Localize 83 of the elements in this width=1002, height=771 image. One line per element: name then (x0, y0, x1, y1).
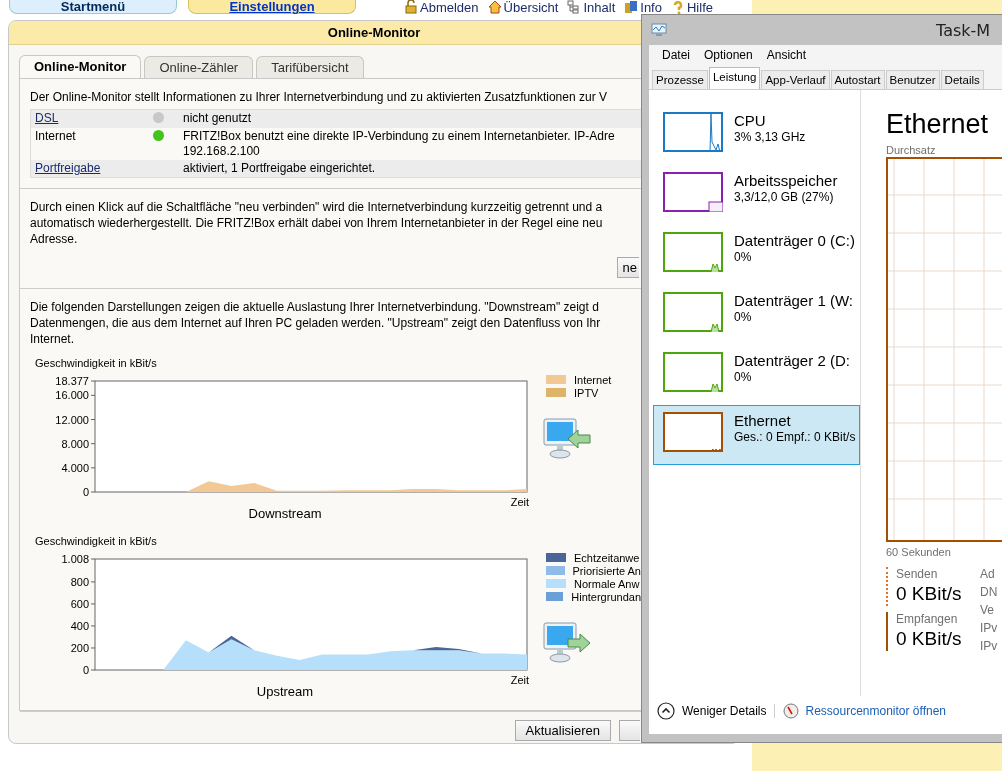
tab[interactable]: Tarifübersicht (256, 56, 364, 78)
legend-label: Hintergrundan (571, 590, 641, 603)
resource-item[interactable]: Datenträger 1 (W: 0% (653, 285, 860, 345)
usage-sparkline (663, 292, 723, 332)
axis-tick-label: 12.000 (55, 413, 89, 426)
detail-heading: Ethernet (886, 108, 990, 140)
reconnect-button[interactable]: ne (616, 257, 639, 278)
usage-sparkline (663, 112, 723, 152)
axis-tick-label: 8.000 (61, 437, 89, 450)
chart-title: Upstream (256, 684, 314, 699)
charts-description: Die folgenden Darstellungen zeigen die aktuelle Auslastung Ihrer Internetverbindung. "Downstream" zeigt d Datenmengen, die aus dem Internet auf Ihren PC geladen werden. "Upstream" zeigt den Datenfluss von Ihr Internet. (30, 299, 601, 347)
menu-tab[interactable]: Einstellungen (188, 0, 356, 14)
property-label: IPv (980, 621, 998, 635)
time-label: 60 Sekunden (886, 545, 952, 559)
axis-tick-label: 400 (70, 619, 89, 632)
nav-link[interactable]: Hilfe (670, 0, 713, 14)
throughput-stat: Empfangen 0 KBit/s (886, 612, 980, 651)
legend-label: Echtzeitanwe (574, 551, 640, 564)
nav-link[interactable]: Inhalt (567, 0, 616, 14)
refresh-button[interactable]: Aktualisieren (514, 720, 611, 741)
status-text: nicht genutzt (183, 111, 252, 126)
axis-title: Geschwindigkeit in kBit/s (35, 357, 157, 369)
tab[interactable]: Prozesse (652, 70, 708, 89)
tab[interactable]: Details (940, 70, 984, 89)
tab[interactable]: Leistung (708, 67, 761, 89)
axis-title: Zeit (510, 674, 529, 686)
legend-label: Priorisierte An (572, 564, 641, 577)
intro-text: Der Online-Monitor stellt Informationen zu Ihrer Internetverbindung und zu aktivierten Zusatzfunktionen zur V (30, 89, 607, 105)
menu-item[interactable]: Datei (655, 48, 697, 62)
legend-label: Internet (574, 373, 612, 386)
tab[interactable]: Online-Monitor (19, 55, 142, 78)
property-label: Ve (980, 603, 995, 617)
usage-sparkline (663, 352, 723, 392)
resource-monitor-link[interactable]: Ressourcenmonitor öffnen (783, 703, 946, 719)
legend-label: Normale Anw (574, 577, 640, 590)
tab[interactable]: Benutzer (885, 70, 940, 89)
chart-title: Downstream (248, 506, 322, 521)
usage-sparkline (663, 232, 723, 272)
usage-sparkline (663, 172, 723, 212)
nav-link[interactable]: Abmelden (404, 0, 479, 14)
gauge-icon (783, 703, 800, 719)
axis-tick-label: 800 (70, 575, 89, 588)
axis-tick-label: 1.008 (61, 553, 89, 565)
axis-title: Geschwindigkeit in kBit/s (35, 535, 157, 547)
tab[interactable]: Autostart (830, 70, 885, 89)
reconnect-text: Durch einen Klick auf die Schaltfläche "neu verbinden" wird die Internetverbindung kurzzeitig getrennt und a automatisch wiederhergestellt. Die FRITZ!Box erhält dabei von Ihrem Internetanbieter in der Regel eine neu Adresse. (30, 199, 603, 247)
tab[interactable]: App-Verlauf (761, 70, 830, 89)
resource-item[interactable]: Arbeitsspeicher 3,3/12,0 GB (27%) (653, 165, 860, 225)
lock-icon (404, 0, 418, 14)
window-title: Task-M (936, 20, 991, 40)
property-label: Ad (980, 567, 996, 581)
resource-item[interactable]: Datenträger 2 (D: 0% (653, 345, 860, 405)
axis-tick-label: 0 (82, 486, 89, 498)
menu-tab[interactable]: Startmenü (9, 0, 177, 14)
axis-title: Zeit (510, 496, 529, 508)
status-link[interactable]: DSL (35, 111, 59, 125)
nav-link[interactable]: Übersicht (487, 0, 559, 14)
resource-item[interactable]: Ethernet Ges.: 0 Empf.: 0 KBit/s (653, 405, 860, 465)
axis-tick-label: 18.377 (55, 375, 89, 387)
property-label: DN (980, 585, 998, 599)
status-label: Internet (35, 129, 76, 143)
axis-tick-label: 16.000 (55, 389, 89, 402)
throughput-stat: Senden 0 KBit/s (886, 567, 980, 606)
fewer-details-button[interactable]: Weniger Details (657, 700, 767, 722)
cut-off-button[interactable] (619, 720, 640, 741)
usage-sparkline (663, 412, 723, 452)
resource-item[interactable]: CPU 3% 3,13 GHz (653, 105, 860, 165)
menu-item[interactable]: Optionen (697, 48, 760, 62)
house-icon (487, 0, 502, 14)
legend-label: IPTV (574, 386, 599, 399)
monitor-icon (650, 23, 668, 37)
axis-tick-label: 600 (70, 597, 89, 610)
axis-tick-label: 200 (70, 642, 89, 654)
property-label: IPv (980, 639, 998, 653)
graph-label: Durchsatz (886, 143, 937, 157)
resource-item[interactable]: Datenträger 0 (C:) 0% (653, 225, 860, 285)
nav-link[interactable]: Info (624, 0, 662, 14)
tab[interactable]: Online-Zähler (144, 56, 254, 78)
status-text: aktiviert, 1 Portfreigabe eingerichtet. (183, 161, 376, 176)
axis-tick-label: 0 (82, 664, 89, 676)
menu-item[interactable]: Ansicht (759, 48, 814, 62)
axis-tick-label: 4.000 (61, 461, 89, 474)
chevron-up-icon (657, 702, 675, 720)
